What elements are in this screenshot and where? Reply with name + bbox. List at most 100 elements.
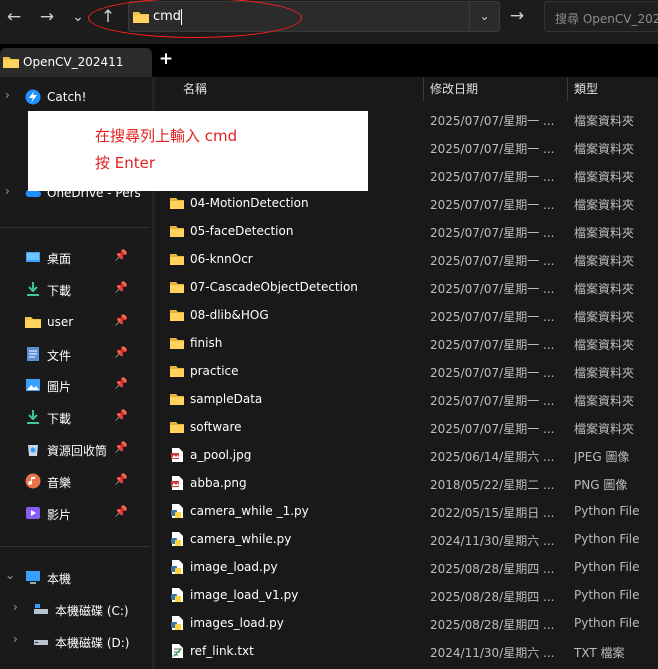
search-input[interactable]: 搜尋 OpenCV_2024 xyxy=(555,10,658,27)
column-header-name[interactable]: 名稱 xyxy=(183,77,207,101)
file-row[interactable]: 07-CascadeObjectDetection 2025/07/07/星期一 … xyxy=(155,273,658,301)
file-row[interactable]: software 2025/07/07/星期一 ... 檔案資料夾 xyxy=(155,413,658,441)
sidebar-item-this-pc[interactable]: ⌄ 本機 xyxy=(0,566,140,588)
sidebar-item-label: 音樂 xyxy=(47,476,72,490)
sidebar-item-drive-d[interactable]: › 本機磁碟 (D:) xyxy=(0,630,140,652)
file-name[interactable]: software xyxy=(190,420,430,434)
sidebar-item-user[interactable]: user 📌 xyxy=(0,311,140,333)
file-name[interactable]: 08-dlib&HOG xyxy=(190,308,430,322)
file-row[interactable]: practice 2025/07/07/星期一 ... 檔案資料夾 xyxy=(155,357,658,385)
forward-arrow-icon[interactable]: → xyxy=(33,4,61,30)
sidebar-item-desktop[interactable]: 桌面 📌 xyxy=(0,246,140,268)
sidebar-item-videos[interactable]: 影片 📌 xyxy=(0,502,140,524)
file-type: 檔案資料夾 xyxy=(574,170,635,184)
sidebar-item-label: 資源回收筒 xyxy=(47,444,108,458)
file-row[interactable]: image_load.py 2025/08/28/星期四 ... Python Fi… xyxy=(155,553,658,581)
file-name[interactable]: images_load.py xyxy=(190,616,430,630)
desktop-icon xyxy=(26,252,40,262)
file-name[interactable]: 07-CascadeObjectDetection xyxy=(190,280,430,294)
column-header-date[interactable]: 修改日期 xyxy=(430,77,478,101)
chevron-right-icon[interactable]: › xyxy=(13,632,18,646)
file-name[interactable]: finish xyxy=(190,336,430,350)
pin-icon[interactable]: 📌 xyxy=(114,314,128,327)
python-file-icon xyxy=(171,616,183,630)
music-icon xyxy=(25,473,41,489)
file-name[interactable]: image_load_v1.py xyxy=(190,588,430,602)
pin-icon[interactable]: 📌 xyxy=(114,249,128,262)
file-row[interactable]: abba.png 2018/05/22/星期二 ... PNG 圖像 xyxy=(155,469,658,497)
go-arrow-icon[interactable]: → xyxy=(503,2,531,30)
pin-icon[interactable]: 📌 xyxy=(114,377,128,390)
sidebar-item-pictures[interactable]: 圖片 📌 xyxy=(0,374,140,396)
search-box[interactable]: 搜尋 OpenCV_2024 xyxy=(544,1,658,32)
file-name[interactable]: abba.png xyxy=(190,476,430,490)
pin-icon[interactable]: 📌 xyxy=(114,441,128,454)
file-name[interactable]: camera_while _1.py xyxy=(190,504,430,518)
file-type: TXT 檔案 xyxy=(574,646,625,660)
file-name[interactable]: practice xyxy=(190,364,430,378)
file-type: Python File xyxy=(574,560,640,574)
file-name[interactable]: a_pool.jpg xyxy=(190,448,430,462)
file-name[interactable]: 05-faceDetection xyxy=(190,224,430,238)
file-type: Python File xyxy=(574,504,640,518)
column-divider[interactable] xyxy=(567,77,568,101)
sidebar-item-recycle-bin[interactable]: 資源回收筒 📌 xyxy=(0,438,140,460)
file-name[interactable]: image_load.py xyxy=(190,560,430,574)
chevron-right-icon[interactable]: › xyxy=(5,88,10,102)
file-name[interactable]: camera_while.py xyxy=(190,532,430,546)
file-type: 檔案資料夾 xyxy=(574,142,635,156)
sidebar-item-label: 文件 xyxy=(47,349,72,363)
file-row[interactable]: a_pool.jpg 2025/06/14/星期六 ... JPEG 圖像 xyxy=(155,441,658,469)
file-date: 2025/07/07/星期一 ... xyxy=(430,198,555,212)
file-row[interactable]: sampleData 2025/07/07/星期一 ... 檔案資料夾 xyxy=(155,385,658,413)
pin-icon[interactable]: 📌 xyxy=(114,281,128,294)
file-name[interactable]: sampleData xyxy=(190,392,430,406)
column-header-type[interactable]: 類型 xyxy=(574,77,598,101)
back-arrow-icon[interactable]: ← xyxy=(0,4,28,30)
file-date: 2024/11/30/星期六 ... xyxy=(430,646,555,660)
file-date: 2025/07/07/星期一 ... xyxy=(430,394,555,408)
sidebar-item-drive-c[interactable]: › 本機磁碟 (C:) xyxy=(0,598,140,620)
file-row[interactable]: 04-MotionDetection 2025/07/07/星期一 ... 檔案資料… xyxy=(155,189,658,217)
chevron-right-icon[interactable]: › xyxy=(5,184,10,198)
file-row[interactable]: 06-knnOcr 2025/07/07/星期一 ... 檔案資料夾 xyxy=(155,245,658,273)
file-row[interactable]: 08-dlib&HOG 2025/07/07/星期一 ... 檔案資料夾 xyxy=(155,301,658,329)
new-tab-plus-icon[interactable]: + xyxy=(158,51,174,68)
python-file-icon xyxy=(171,588,183,602)
pin-icon[interactable]: 📌 xyxy=(114,409,128,422)
file-date: 2025/08/28/星期四 ... xyxy=(430,590,555,604)
address-dropdown-icon[interactable]: ⌄ xyxy=(469,2,499,31)
pin-icon[interactable]: 📌 xyxy=(114,346,128,359)
tab-opencv[interactable]: OpenCV_202411 xyxy=(0,48,152,77)
sidebar-item-music[interactable]: 音樂 📌 xyxy=(0,470,140,492)
sidebar-item-downloads-2[interactable]: 下載 📌 xyxy=(0,406,140,428)
sidebar-item-label: user xyxy=(47,315,74,329)
file-name[interactable]: 04-MotionDetection xyxy=(190,196,430,210)
sidebar-item-label: 圖片 xyxy=(47,380,72,394)
catch-bolt-icon xyxy=(25,89,41,105)
file-row[interactable]: images_load.py 2025/08/28/星期四 ... Python F… xyxy=(155,609,658,637)
file-row[interactable]: image_load_v1.py 2025/08/28/星期四 ... Python… xyxy=(155,581,658,609)
sidebar-item-label: 影片 xyxy=(47,508,72,522)
file-row[interactable]: camera_while _1.py 2022/05/15/星期日 ... Pyth… xyxy=(155,497,658,525)
file-type: 檔案資料夾 xyxy=(574,394,635,408)
pin-icon[interactable]: 📌 xyxy=(114,505,128,518)
python-file-icon xyxy=(171,560,183,574)
file-name[interactable]: 06-knnOcr xyxy=(190,252,430,266)
column-divider[interactable] xyxy=(423,77,424,101)
sidebar-item-catch[interactable]: › Catch! xyxy=(0,86,140,108)
file-name[interactable]: ref_link.txt xyxy=(190,644,430,658)
sidebar-item-downloads[interactable]: 下載 📌 xyxy=(0,278,140,300)
pin-icon[interactable]: 📌 xyxy=(114,473,128,486)
file-row[interactable]: 05-faceDetection 2025/07/07/星期一 ... 檔案資料夾 xyxy=(155,217,658,245)
file-type: 檔案資料夾 xyxy=(574,226,635,240)
sidebar-item-documents[interactable]: 文件 📌 xyxy=(0,343,140,365)
file-row[interactable]: ref_link.txt 2024/11/30/星期六 ... TXT 檔案 xyxy=(155,637,658,665)
sidebar-item-label: 下載 xyxy=(47,412,72,426)
file-row[interactable]: camera_while.py 2024/11/30/星期六 ... Python … xyxy=(155,525,658,553)
file-date: 2025/07/07/星期一 ... xyxy=(430,282,555,296)
file-row[interactable]: finish 2025/07/07/星期一 ... 檔案資料夾 xyxy=(155,329,658,357)
folder-icon xyxy=(170,422,184,433)
chevron-down-icon[interactable]: ⌄ xyxy=(5,568,15,582)
chevron-right-icon[interactable]: › xyxy=(13,600,18,614)
